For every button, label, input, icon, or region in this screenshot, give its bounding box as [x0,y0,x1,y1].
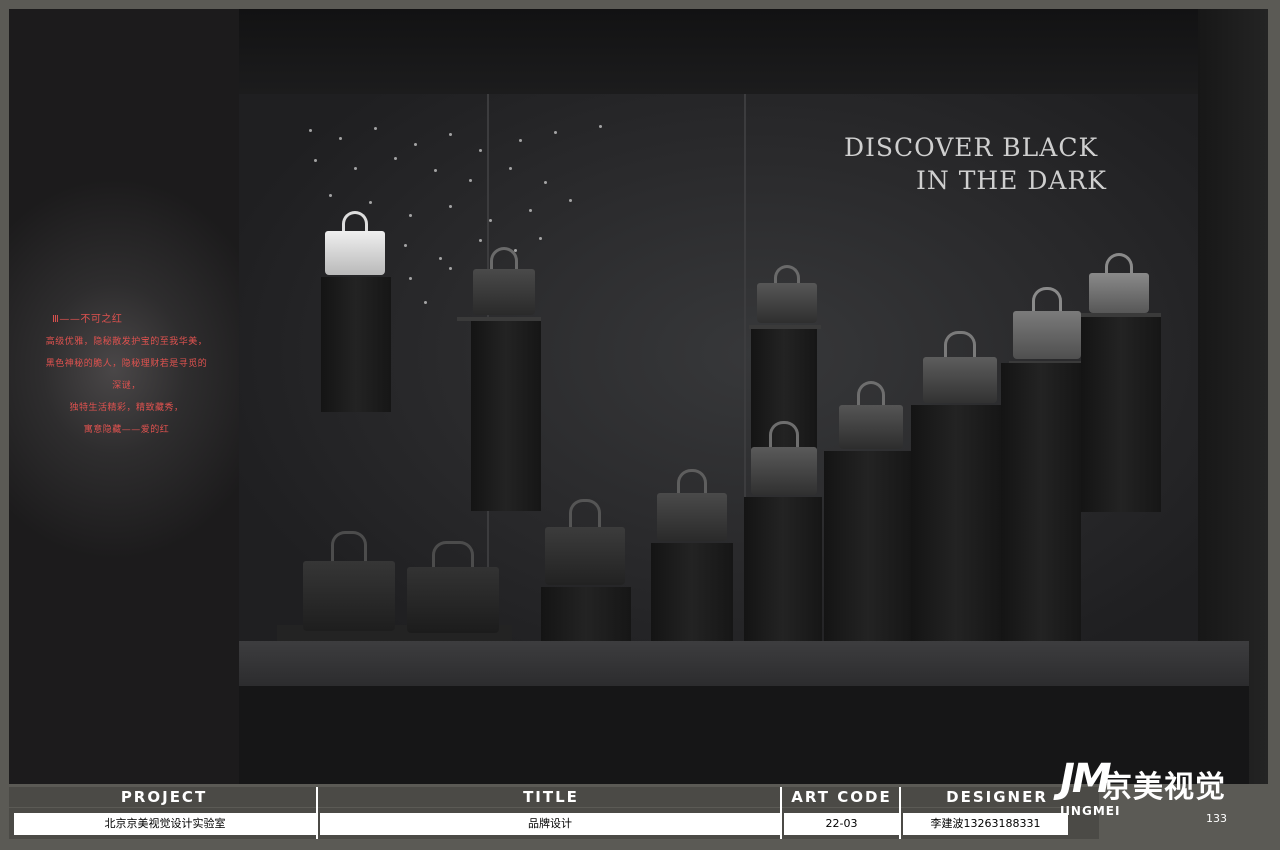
logo-name-en: JINGMEI [1060,804,1121,818]
divider [780,787,782,839]
ceiling [239,9,1199,94]
star-dot [569,199,572,202]
handbag [757,265,817,323]
info-bar: PROJECT TITLE ART CODE DESIGNER 北京京美视觉设计… [9,784,1109,841]
star-dot [519,139,522,142]
floor-plinth [744,497,822,657]
divider [899,787,901,839]
slogan-line-1: DISCOVER BLACK [844,133,1099,162]
floor-plinth [651,543,733,657]
handbag [1013,287,1081,359]
handbag [839,381,903,449]
jingmei-logo: JM 京美视觉 JINGMEI 133 [1060,756,1270,836]
star-dot [439,257,442,260]
art-code-value: 22-03 [784,813,899,835]
star-dot [339,137,342,140]
wall-plinth [1081,317,1161,512]
handbag [545,499,625,585]
slogan: DISCOVER BLACK IN THE DARK [844,131,1114,197]
handbag [751,421,817,495]
star-dot [369,201,372,204]
star-dot [434,169,437,172]
star-dot [539,237,542,240]
handbag-white [325,211,385,275]
star-dot [409,277,412,280]
page-number: 133 [1206,812,1227,825]
floor-plinth [911,405,1001,657]
handbag [407,541,499,633]
star-dot [449,267,452,270]
wall-poem-line: 黑色神秘的脆人，隐秘理财若是寻觅的深谜， [45,359,208,391]
star-dot [479,149,482,152]
star-dot [374,127,377,130]
handbag [657,469,727,541]
wall-poem-title: Ⅲ——不可之红 [52,314,123,325]
handbag [1089,253,1149,313]
display-stage [239,641,1249,686]
star-dot [554,131,557,134]
title-value: 品牌设计 [320,813,780,835]
star-dot [309,129,312,132]
logo-name-cn: 京美视觉 [1102,770,1226,805]
star-dot [354,167,357,170]
title-label: TITLE [523,788,579,806]
wall-poem: Ⅲ——不可之红 高级优雅，隐秘散发护宝的至我华美， 黑色神秘的脆人，隐秘理财若是… [44,309,209,441]
star-dot [329,194,332,197]
handbag [473,247,535,315]
star-dot [424,301,427,304]
wall-poem-line: 寓意隐藏——爱的红 [83,425,170,435]
star-dot [449,205,452,208]
star-dot [404,244,407,247]
star-dot [449,133,452,136]
window-display-photo: Ⅲ——不可之红 高级优雅，隐秘散发护宝的至我华美， 黑色神秘的脆人，隐秘理财若是… [9,9,1268,784]
floor-plinth [824,451,912,657]
slogan-line-2: IN THE DARK [916,166,1107,195]
star-dot [414,143,417,146]
project-value: 北京京美视觉设计实验室 [14,813,316,835]
star-dot [529,209,532,212]
art-code-label: ART CODE [791,788,892,806]
star-dot [544,181,547,184]
handbag [923,331,997,403]
wall-poem-line: 高级优雅，隐秘散发护宝的至我华美， [45,337,208,347]
wall-plinth [321,277,391,412]
star-dot [469,179,472,182]
project-label: PROJECT [120,788,208,806]
wall-plinth [471,321,541,511]
floor-plinth [1001,363,1081,657]
star-dot [394,157,397,160]
handbag [303,531,395,631]
designer-value: 李建波13263188331 [903,813,1068,835]
star-dot [599,125,602,128]
star-dot [314,159,317,162]
divider [316,787,318,839]
star-dot [479,239,482,242]
star-dot [509,167,512,170]
star-dot [409,214,412,217]
presentation-frame: Ⅲ——不可之红 高级优雅，隐秘散发护宝的至我华美， 黑色神秘的脆人，隐秘理财若是… [0,0,1280,850]
wall-poem-line: 独特生活精彩，精致藏秀， [69,403,184,413]
star-dot [489,219,492,222]
